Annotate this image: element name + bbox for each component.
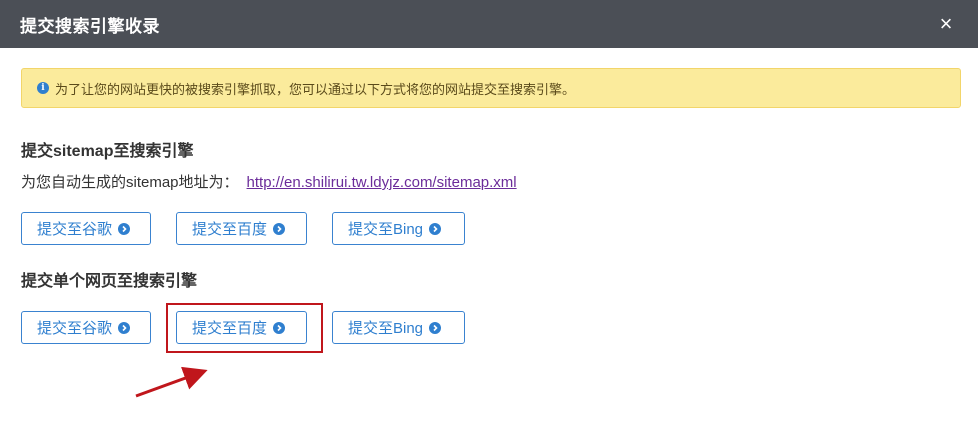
- button-label: 提交至谷歌: [37, 320, 113, 337]
- sitemap-submit-google-button[interactable]: 提交至谷歌: [21, 212, 151, 245]
- chevron-right-circle-icon: [429, 321, 442, 334]
- dialog-header: 提交搜索引擎收录 ×: [0, 0, 978, 48]
- chevron-right-circle-icon: [429, 222, 442, 235]
- sitemap-submit-bing-button[interactable]: 提交至Bing: [332, 212, 465, 245]
- chevron-right-circle-icon: [118, 222, 131, 235]
- info-alert: i 为了让您的网站更快的被搜索引擎抓取，您可以通过以下方式将您的网站提交至搜索引…: [21, 68, 961, 108]
- page-submit-google-button[interactable]: 提交至谷歌: [21, 311, 151, 344]
- close-icon: ×: [939, 11, 953, 36]
- sitemap-address-line: 为您自动生成的sitemap地址为： http://en.shilirui.tw.…: [21, 171, 961, 192]
- sitemap-url-link[interactable]: http://en.shilirui.tw.ldyjz.com/sitemap.…: [247, 174, 517, 191]
- dialog-body: i 为了让您的网站更快的被搜索引擎抓取，您可以通过以下方式将您的网站提交至搜索引…: [0, 48, 978, 344]
- single-page-button-row: 提交至谷歌 提交至百度 提交至Bing: [21, 311, 961, 344]
- button-label: 提交至百度: [192, 320, 268, 337]
- button-label: 提交至谷歌: [37, 221, 113, 238]
- button-label: 提交至百度: [192, 221, 268, 238]
- single-page-section-title: 提交单个网页至搜索引擎: [21, 273, 198, 290]
- sitemap-button-row: 提交至谷歌 提交至百度 提交至Bing: [21, 212, 961, 245]
- close-button[interactable]: ×: [934, 12, 958, 36]
- dialog-title: 提交搜索引擎收录: [20, 16, 160, 36]
- sitemap-section-title: 提交sitemap至搜索引擎: [21, 143, 194, 160]
- submit-search-engine-dialog: 提交搜索引擎收录 × i 为了让您的网站更快的被搜索引擎抓取，您可以通过以下方式…: [0, 0, 978, 435]
- sitemap-submit-baidu-button[interactable]: 提交至百度: [176, 212, 307, 245]
- button-label: 提交至Bing: [348, 221, 424, 238]
- chevron-right-circle-icon: [273, 321, 286, 334]
- page-submit-bing-button[interactable]: 提交至Bing: [332, 311, 465, 344]
- info-alert-text: 为了让您的网站更快的被搜索引擎抓取，您可以通过以下方式将您的网站提交至搜索引擎。: [55, 81, 576, 97]
- chevron-right-circle-icon: [118, 321, 131, 334]
- annotation-arrow-icon: [135, 366, 208, 398]
- button-label: 提交至Bing: [348, 320, 424, 337]
- chevron-right-circle-icon: [273, 222, 286, 235]
- sitemap-address-label: 为您自动生成的sitemap地址为：: [21, 174, 239, 191]
- page-submit-baidu-button[interactable]: 提交至百度: [176, 311, 307, 344]
- info-icon: i: [37, 82, 49, 94]
